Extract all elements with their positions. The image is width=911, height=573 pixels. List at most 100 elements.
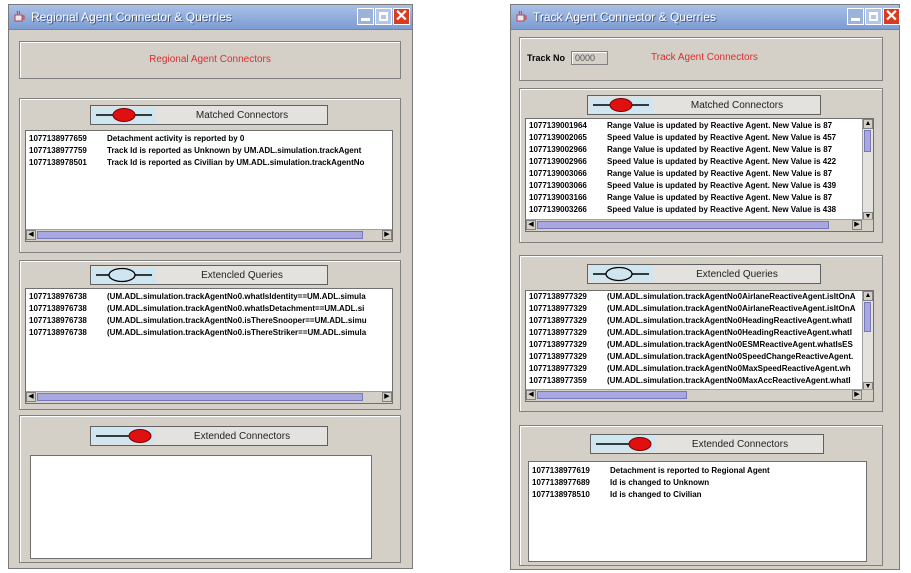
list-item[interactable]: 1077139003266 Speed Value is updated by R… [529, 204, 836, 216]
timestamp: 1077138976738 [29, 316, 87, 325]
scroll-right-arrow[interactable]: ▶ [382, 230, 392, 240]
extended-queries-header[interactable]: Extencled Queries [587, 264, 821, 284]
vertical-scrollbar[interactable]: ▲ ▼ [862, 119, 873, 222]
timestamp: 1077138977329 [529, 364, 587, 373]
horizontal-scrollbar[interactable]: ◀ ▶ [26, 229, 392, 241]
list-item[interactable]: 1077139003066 Range Value is updated by R… [529, 168, 832, 180]
list-item[interactable]: 1077138977689 Id is changed to Unknown [532, 477, 709, 489]
maximize-button[interactable] [865, 8, 882, 25]
list-item[interactable]: 1077138977329 (UM.ADL.simulation.trackAge… [529, 303, 855, 315]
scroll-left-arrow[interactable]: ◀ [526, 390, 536, 400]
title-bar[interactable]: Track Agent Connector & Querries ✕ [511, 5, 900, 30]
matched-connectors-list[interactable]: 1077138977659 Detachment activity is repo… [25, 130, 393, 242]
matched-connectors-label: Matched Connectors [195, 110, 289, 121]
extended-connectors-list[interactable] [30, 455, 372, 559]
minimize-button[interactable] [357, 8, 374, 25]
list-item[interactable]: 1077139001964 Range Value is updated by R… [529, 120, 832, 132]
scroll-left-arrow[interactable]: ◀ [26, 392, 36, 402]
list-item[interactable]: 1077138978510 Id is changed to Civilian [532, 489, 702, 501]
extended-connectors-list[interactable]: 1077138977619 Detachment is reported to R… [528, 461, 867, 562]
list-item[interactable]: 1077138977329 (UM.ADL.simulation.trackAge… [529, 363, 851, 375]
list-item[interactable]: 1077139002065 Speed Value is updated by R… [529, 132, 836, 144]
extended-queries-header[interactable]: Extencled Queries [90, 265, 328, 285]
matched-connectors-header[interactable]: Matched Connectors [587, 95, 821, 115]
track-agent-window: Track Agent Connector & Querries ✕ Track… [510, 4, 900, 570]
timestamp: 1077138976738 [29, 328, 87, 337]
timestamp: 1077138977329 [529, 316, 587, 325]
message-text: Speed Value is updated by Reactive Agent… [607, 133, 837, 142]
extended-queries-list[interactable]: 1077138976738 (UM.ADL.simulation.trackAge… [25, 288, 393, 404]
list-item[interactable]: 1077138977329 (UM.ADL.simulation.trackAge… [529, 351, 853, 363]
connector-red-end-icon [592, 436, 656, 452]
list-item[interactable]: 1077139002966 Speed Value is updated by R… [529, 156, 836, 168]
message-text: Id is changed to Unknown [610, 478, 710, 487]
vertical-scrollbar[interactable]: ▲ ▼ [862, 291, 873, 392]
scrollbar-thumb[interactable] [37, 393, 363, 401]
list-item[interactable]: 1077138976738 (UM.ADL.simulation.trackAge… [29, 291, 366, 303]
timestamp: 1077138978501 [29, 158, 87, 167]
header-title: Regional Agent Connectors [149, 54, 271, 65]
horizontal-scrollbar[interactable]: ◀ ▶ [526, 219, 873, 231]
extended-connectors-header[interactable]: Extended Connectors [590, 434, 824, 454]
window-title: Regional Agent Connector & Querries [31, 10, 232, 24]
matched-connectors-header[interactable]: Matched Connectors [90, 105, 328, 125]
scroll-left-arrow[interactable]: ◀ [526, 220, 536, 230]
horizontal-scrollbar[interactable]: ◀ ▶ [26, 391, 392, 403]
extended-connectors-header[interactable]: Extended Connectors [90, 426, 328, 446]
close-button[interactable]: ✕ [883, 8, 900, 25]
list-item[interactable]: 1077139003066 Speed Value is updated by R… [529, 180, 836, 192]
list-item[interactable]: 1077138976738 (UM.ADL.simulation.trackAge… [29, 327, 366, 339]
list-item[interactable]: 1077138976738 (UM.ADL.simulation.trackAge… [29, 303, 364, 315]
horizontal-scrollbar[interactable]: ◀ ▶ [526, 389, 873, 401]
regional-agent-window: Regional Agent Connector & Querries ✕ Re… [8, 4, 413, 569]
scroll-right-arrow[interactable]: ▶ [852, 220, 862, 230]
title-bar[interactable]: Regional Agent Connector & Querries ✕ [9, 5, 412, 30]
scrollbar-thumb[interactable] [864, 302, 871, 332]
list-item[interactable]: 1077138976738 (UM.ADL.simulation.trackAge… [29, 315, 367, 327]
message-text: Range Value is updated by Reactive Agent… [607, 145, 833, 154]
message-text: (UM.ADL.simulation.trackAgentNo0.whatIsD… [107, 304, 365, 313]
list-item[interactable]: 1077138977359 (UM.ADL.simulation.trackAge… [529, 375, 851, 387]
track-no-label: Track No [527, 53, 566, 63]
list-item[interactable]: 1077138977759 Track Id is reported as Unk… [29, 145, 361, 157]
list-item[interactable]: 1077138978501 Track Id is reported as Civ… [29, 157, 364, 169]
track-no-field[interactable]: 0000 [571, 51, 608, 65]
message-text: (UM.ADL.simulation.trackAgentNo0.isThere… [107, 328, 367, 337]
list-item[interactable]: 1077138977329 (UM.ADL.simulation.trackAge… [529, 315, 852, 327]
header-title: Track Agent Connectors [651, 52, 758, 63]
message-text: (UM.ADL.simulation.trackAgentNo0HeadingR… [607, 328, 852, 337]
scroll-right-arrow[interactable]: ▶ [382, 392, 392, 402]
scroll-right-arrow[interactable]: ▶ [852, 390, 862, 400]
message-text: (UM.ADL.simulation.trackAgentNo0SpeedCha… [607, 352, 854, 361]
list-item[interactable]: 1077138977329 (UM.ADL.simulation.trackAge… [529, 339, 853, 351]
message-text: (UM.ADL.simulation.trackAgentNo0AirlaneR… [607, 292, 856, 301]
list-item[interactable]: 1077138977329 (UM.ADL.simulation.trackAge… [529, 327, 852, 339]
list-item[interactable]: 1077138977659 Detachment activity is repo… [29, 133, 244, 145]
scrollbar-thumb[interactable] [864, 130, 871, 152]
close-button[interactable]: ✕ [393, 8, 410, 25]
scrollbar-thumb[interactable] [37, 231, 363, 239]
list-item[interactable]: 1077138977329 (UM.ADL.simulation.trackAge… [529, 291, 855, 303]
extended-queries-list[interactable]: 1077138977329 (UM.ADL.simulation.trackAge… [525, 290, 874, 402]
timestamp: 1077138977329 [529, 340, 587, 349]
list-item[interactable]: 1077139002966 Range Value is updated by R… [529, 144, 832, 156]
minimize-button[interactable] [847, 8, 864, 25]
timestamp: 1077138976738 [29, 292, 87, 301]
list-item[interactable]: 1077138977619 Detachment is reported to R… [532, 465, 770, 477]
message-text: Speed Value is updated by Reactive Agent… [607, 205, 837, 214]
matched-connectors-list[interactable]: 1077139001964 Range Value is updated by R… [525, 118, 874, 232]
connector-red-node-icon [92, 107, 156, 123]
connector-hollow-node-icon [92, 267, 156, 283]
scroll-up-arrow[interactable]: ▲ [863, 119, 873, 129]
message-text: Track Id is reported as Civilian by UM.A… [107, 158, 365, 167]
timestamp: 1077139001964 [529, 121, 587, 130]
maximize-button[interactable] [375, 8, 392, 25]
scrollbar-thumb[interactable] [537, 221, 829, 229]
message-text: (UM.ADL.simulation.trackAgentNo0.whatIsI… [107, 292, 366, 301]
scroll-left-arrow[interactable]: ◀ [26, 230, 36, 240]
message-text: Speed Value is updated by Reactive Agent… [607, 157, 837, 166]
scrollbar-thumb[interactable] [537, 391, 687, 399]
scroll-up-arrow[interactable]: ▲ [863, 291, 873, 301]
list-item[interactable]: 1077139003166 Range Value is updated by R… [529, 192, 832, 204]
timestamp: 1077139003066 [529, 181, 587, 190]
